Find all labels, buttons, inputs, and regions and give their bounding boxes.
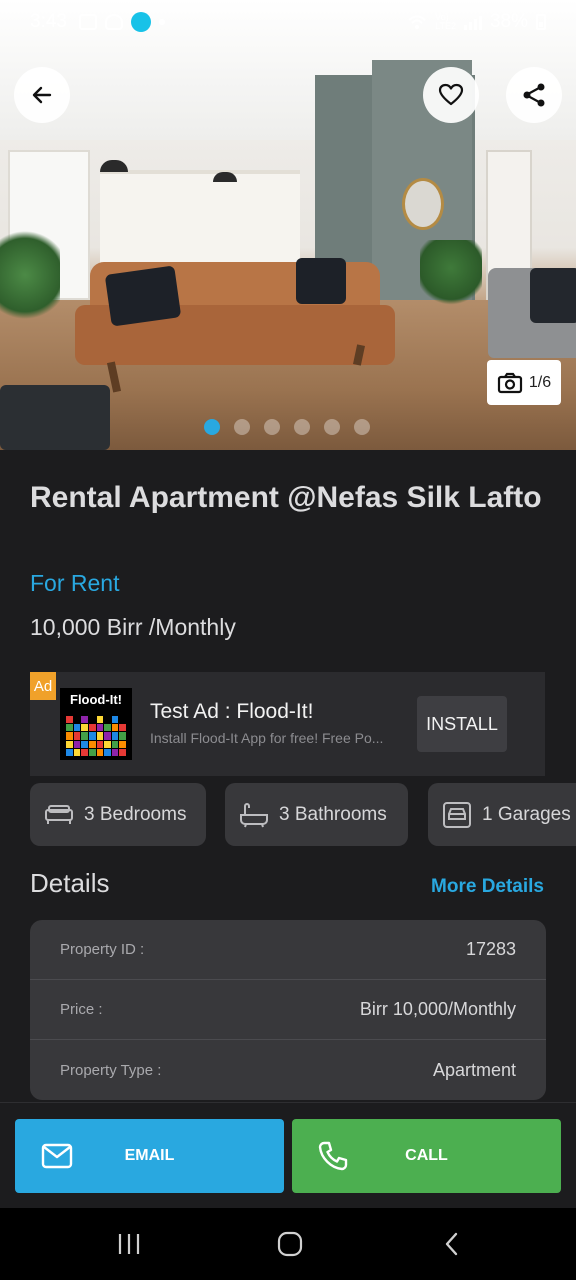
status-notification-icons [78,12,165,32]
status-time: 3:43 [30,11,67,32]
detail-row-property-id: Property ID : 17283 [30,920,546,980]
pagination-dot[interactable] [324,419,340,435]
pagination-dot[interactable] [354,419,370,435]
feature-bathrooms-label: 3 Bathrooms [279,803,387,825]
feature-bedrooms-label: 3 Bedrooms [84,803,187,825]
photo-pendant-lamp [100,160,128,172]
bathtub-icon [240,802,268,827]
call-button[interactable]: CALL [292,1119,561,1193]
recent-apps-icon [118,1234,140,1254]
more-notifications-dot [158,19,165,25]
status-bar: 3:43 Vo) LTE2 38% [0,0,576,44]
recent-apps-button[interactable] [109,1230,149,1258]
gallery-icon [78,14,97,30]
feature-garages: 1 Garages [428,783,576,846]
photo-plant-left [0,225,60,325]
ad-badge: Ad [30,672,56,700]
detail-key: Property ID : [60,941,145,958]
arrow-left-icon [32,86,52,104]
ad-banner[interactable]: Ad Flood-It! Test Ad : Flood-It! Install… [30,672,545,776]
back-button[interactable] [14,67,70,123]
ad-title[interactable]: Test Ad : Flood-It! [150,700,313,724]
favorite-button[interactable] [423,67,479,123]
signal-icon [463,14,482,30]
app-s-icon [130,12,151,32]
detail-value: Birr 10,000/Monthly [359,999,516,1019]
more-details-link[interactable]: More Details [431,876,544,898]
ad-app-logo: Flood-It! [60,688,132,760]
ad-description: Install Flood-It App for free! Free Po..… [150,730,384,746]
pagination-dot-active[interactable] [204,419,220,435]
detail-key: Price : [60,1001,103,1018]
battery-percent: 38% [489,11,528,32]
ad-logo-text: Flood-It! [70,692,122,707]
feature-garages-label: 1 Garages [482,803,571,825]
system-back-button[interactable] [432,1230,472,1258]
details-card: Property ID : 17283 Price : Birr 10,000/… [30,920,546,1100]
listing-price: 10,000 Birr /Monthly [30,614,236,640]
photo-counter-label: 1/6 [528,373,552,391]
photo-pendant-lamp-2 [213,172,237,182]
wifi-icon [408,15,426,29]
feature-chips: 3 Bedrooms 3 Bathrooms 1 Garages [30,783,576,847]
photo-kitchen [100,170,300,265]
email-button-label: EMAIL [124,1147,175,1164]
detail-key: Property Type : [60,1061,162,1079]
email-button[interactable]: EMAIL [15,1119,284,1193]
detail-value: 17283 [465,939,516,959]
garage-icon [443,801,471,828]
camera-icon [497,372,522,393]
photo-counter[interactable]: 1/6 [487,360,561,405]
home-icon [277,1231,303,1257]
share-icon [523,83,545,107]
contact-action-bar: EMAIL CALL [0,1102,576,1208]
share-button[interactable] [506,67,562,123]
home-button[interactable] [270,1230,310,1258]
ad-logo-grid [66,716,126,756]
photo-armchair-pillow [530,268,576,323]
feature-bathrooms: 3 Bathrooms [225,783,408,846]
listing-status: For Rent [30,570,120,596]
feature-bedrooms: 3 Bedrooms [30,783,206,846]
bird-icon [104,14,123,30]
listing-title: Rental Apartment @Nefas Silk Lafto [30,481,542,514]
photo-dark-chair [0,385,110,450]
photo-pillow [104,265,182,327]
battery-icon [536,14,546,30]
details-heading: Details [30,868,110,898]
volte-icon: Vo) LTE2 [435,12,456,31]
photo-pillow-2 [296,258,346,304]
pagination-dot[interactable] [294,419,310,435]
bed-icon [45,804,73,824]
pagination-dot[interactable] [264,419,280,435]
system-navigation-bar [0,1208,576,1280]
ad-install-button[interactable]: INSTALL [417,696,507,752]
detail-row-property-type: Property Type : Apartment [30,1040,546,1100]
photo-mirror [402,178,444,230]
heart-icon [438,83,464,106]
pagination-dot[interactable] [234,419,250,435]
chevron-left-icon [445,1232,458,1256]
photo-plant-right [420,240,482,310]
gallery-pagination [204,419,370,435]
detail-row-price: Price : Birr 10,000/Monthly [30,980,546,1040]
detail-value: Apartment [432,1059,516,1080]
call-button-label: CALL [405,1147,448,1164]
status-system-icons: Vo) LTE2 38% [407,11,546,33]
